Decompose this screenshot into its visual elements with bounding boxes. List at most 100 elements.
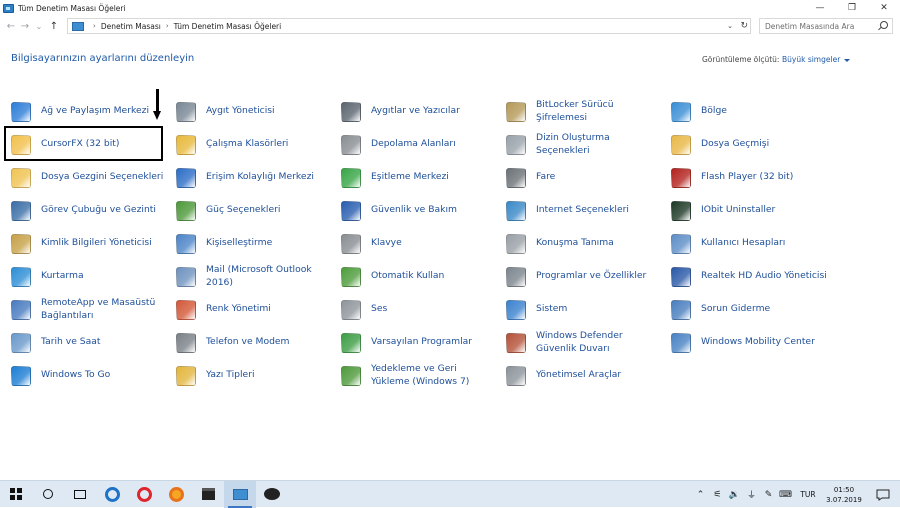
taskbar-button[interactable] (160, 481, 192, 508)
color-management-icon (176, 299, 196, 320)
control-panel-item[interactable]: Windows To Go (11, 359, 176, 392)
control-panel-item[interactable]: Dizin Oluşturma Seçenekleri (506, 128, 671, 161)
control-panel-item[interactable]: Kimlik Bilgileri Yöneticisi (11, 227, 176, 260)
default-programs-icon (341, 332, 361, 353)
control-panel-item[interactable]: Bölge (671, 95, 836, 128)
control-panel-item[interactable]: IObit Uninstaller (671, 194, 836, 227)
control-panel-item[interactable]: Telefon ve Modem (176, 326, 341, 359)
control-panel-icon (72, 21, 84, 31)
close-button[interactable]: ✕ (868, 0, 900, 16)
control-panel-item[interactable]: Fare (506, 161, 671, 194)
control-panel-item[interactable]: Aygıtlar ve Yazıcılar (341, 95, 506, 128)
taskbar-button[interactable] (224, 480, 256, 508)
app-icon (264, 488, 280, 500)
control-panel-item[interactable]: RemoteApp ve Masaüstü Bağlantıları (11, 293, 176, 326)
forward-button[interactable]: → (18, 19, 32, 35)
network-status-icon[interactable]: ⚟ (709, 481, 726, 508)
clock[interactable]: 01:50 3.07.2019 (822, 485, 866, 505)
control-panel-item[interactable]: Windows Defender Güvenlik Duvarı (506, 326, 671, 359)
taskbar-button[interactable] (64, 481, 96, 508)
chevron-down-icon (844, 58, 851, 62)
refresh-icon[interactable]: ↻ (740, 19, 748, 33)
taskbar-button[interactable] (192, 481, 224, 508)
control-panel-item[interactable]: Konuşma Tanıma (506, 227, 671, 260)
control-panel-item[interactable]: Tarih ve Saat (11, 326, 176, 359)
taskbar-apps (0, 480, 288, 508)
breadcrumb-control-panel[interactable]: Denetim Masası (101, 22, 161, 31)
flag-icon (341, 200, 361, 221)
address-dropdown-icon[interactable]: ⌄ (727, 19, 733, 33)
control-panel-item-label: Güvenlik ve Bakım (371, 204, 457, 216)
task-view-icon (74, 489, 86, 499)
notification-icon[interactable] (866, 481, 900, 508)
control-panel-item[interactable]: Sorun Giderme (671, 293, 836, 326)
control-panel-item-label: Fare (536, 171, 556, 183)
taskbar-button[interactable] (32, 481, 64, 508)
control-panel-item[interactable]: Ses (341, 293, 506, 326)
control-panel-item[interactable]: Aygıt Yöneticisi (176, 95, 341, 128)
control-panel-item[interactable]: Programlar ve Özellikler (506, 260, 671, 293)
control-panel-item[interactable]: Klavye (341, 227, 506, 260)
pen-icon[interactable]: ✎ (760, 481, 777, 508)
restore-button[interactable]: ❐ (836, 0, 868, 16)
taskbar-button[interactable] (96, 481, 128, 508)
taskbar-button[interactable] (128, 481, 160, 508)
control-panel-item[interactable]: Dosya Geçmişi (671, 128, 836, 161)
control-panel-item[interactable]: Çalışma Klasörleri (176, 128, 341, 161)
control-panel-item[interactable]: Yönetimsel Araçlar (506, 359, 671, 392)
breadcrumb-all-items[interactable]: Tüm Denetim Masası Öğeleri (174, 22, 282, 31)
control-panel-item-label: Telefon ve Modem (206, 336, 290, 348)
control-panel-item[interactable]: Internet Seçenekleri (506, 194, 671, 227)
control-panel-item[interactable]: Windows Mobility Center (671, 326, 836, 359)
control-panel-item[interactable]: Otomatik Kullan (341, 260, 506, 293)
control-panel-item[interactable]: Ağ ve Paylaşım Merkezi (11, 95, 176, 128)
control-panel-item-label: Tarih ve Saat (41, 336, 101, 348)
usb-icon[interactable]: ⏚ (743, 481, 760, 508)
control-panel-item[interactable]: Mail (Microsoft Outlook 2016) (176, 260, 341, 293)
control-panel-item-label: Dosya Geçmişi (701, 138, 770, 150)
up-button[interactable]: ↑ (46, 19, 62, 35)
control-panel-item-label: Dosya Gezgini Seçenekleri (41, 171, 164, 183)
control-panel-item[interactable]: Güç Seçenekleri (176, 194, 341, 227)
address-bar[interactable]: › Denetim Masası › Tüm Denetim Masası Öğ… (67, 18, 751, 34)
view-by-dropdown[interactable]: Büyük simgeler (782, 55, 851, 64)
control-panel-item[interactable]: Erişim Kolaylığı Merkezi (176, 161, 341, 194)
control-panel-item[interactable]: Görev Çubuğu ve Gezinti (11, 194, 176, 227)
control-panel-item[interactable]: Kişiselleştirme (176, 227, 341, 260)
taskbar-button[interactable] (0, 481, 32, 508)
control-panel-item[interactable]: Varsayılan Programlar (341, 326, 506, 359)
search-icon (880, 21, 888, 29)
volume-icon[interactable]: 🔉 (726, 481, 743, 508)
control-panel-item[interactable]: Yedekleme ve Geri Yükleme (Windows 7) (341, 359, 506, 392)
sync-icon (341, 167, 361, 188)
control-panel-item-label: Realtek HD Audio Yöneticisi (701, 270, 827, 282)
search-input[interactable]: Denetim Masasında Ara (759, 18, 893, 34)
control-panel-item[interactable]: Kullanıcı Hesapları (671, 227, 836, 260)
control-panel-item[interactable]: Flash Player (32 bit) (671, 161, 836, 194)
start-icon (10, 488, 22, 500)
control-panel-item[interactable]: Realtek HD Audio Yöneticisi (671, 260, 836, 293)
control-panel-item[interactable]: Kurtarma (11, 260, 176, 293)
minimize-button[interactable]: — (804, 0, 836, 16)
control-panel-item[interactable]: Güvenlik ve Bakım (341, 194, 506, 227)
taskbar-icon (11, 200, 31, 221)
taskbar-button[interactable] (256, 481, 288, 508)
keyboard-icon[interactable]: ⌨ (777, 481, 794, 508)
edge-icon (104, 486, 120, 502)
search-placeholder: Denetim Masasında Ara (765, 21, 855, 31)
control-panel-item[interactable]: Yazı Tipleri (176, 359, 341, 392)
back-button[interactable]: ← (4, 19, 18, 35)
control-panel-item[interactable]: Dosya Gezgini Seçenekleri (11, 161, 176, 194)
recent-locations-button[interactable]: ⌄ (32, 19, 46, 35)
control-panel-item[interactable]: Sistem (506, 293, 671, 326)
control-panel-item-label: IObit Uninstaller (701, 204, 776, 216)
show-hidden-icons-icon[interactable]: ⌃ (692, 481, 709, 508)
language-indicator[interactable]: TUR (794, 490, 822, 499)
control-panel-item[interactable]: Depolama Alanları (341, 128, 506, 161)
microphone-icon (506, 233, 526, 254)
control-panel-item[interactable]: BitLocker Sürücü Şifrelemesi (506, 95, 671, 128)
control-panel-item[interactable]: Renk Yönetimi (176, 293, 341, 326)
control-panel-item[interactable]: Eşitleme Merkezi (341, 161, 506, 194)
control-panel-item-label: Windows Defender Güvenlik Duvarı (536, 330, 623, 354)
control-panel-item-label: Yazı Tipleri (206, 369, 255, 381)
